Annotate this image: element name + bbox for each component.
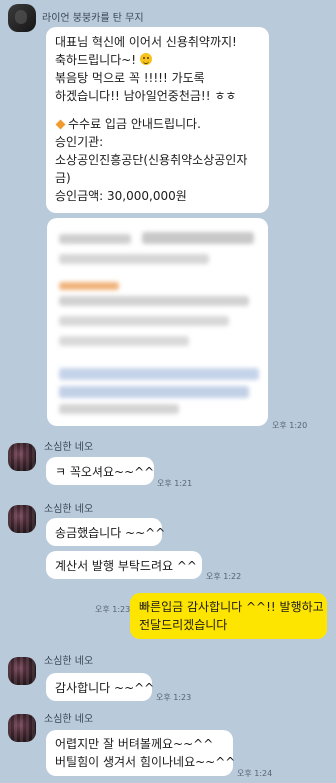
blurred-content xyxy=(59,296,249,306)
orange-diamond-icon xyxy=(55,119,66,129)
blurred-content xyxy=(59,404,179,414)
avatar[interactable] xyxy=(8,4,36,32)
blurred-content xyxy=(59,316,229,326)
avatar[interactable] xyxy=(8,443,36,471)
message-text: 감사합니다 ~~^^ xyxy=(55,681,155,695)
avatar[interactable] xyxy=(8,505,36,533)
sender-name: 소심한 네오 xyxy=(44,504,94,515)
message-time: 오후 1:21 xyxy=(157,479,193,488)
blurred-content xyxy=(59,254,209,264)
my-message-bubble: 빠른입금 감사합니다 ^^!! 발행하고 전달드리겠습니다 xyxy=(130,593,327,639)
message-line: 금) xyxy=(55,171,71,185)
avatar[interactable] xyxy=(8,714,36,742)
link-preview-card[interactable] xyxy=(47,218,268,426)
message-line: 대표님 혁신에 이어서 신용취약까지! xyxy=(55,35,237,49)
blurred-content xyxy=(59,234,131,244)
sender-name: 소심한 네오 xyxy=(44,656,94,667)
message-bubble: 계산서 발행 부탁드려요 ^^ xyxy=(46,551,202,579)
message-line: 어렵지만 잘 버텨볼께요~~^^ xyxy=(55,737,214,751)
message-line: 소상공인진흥공단(신용취약소상공인자 xyxy=(55,153,248,167)
sender-name: 소심한 네오 xyxy=(44,442,94,453)
sender-name: 소심한 네오 xyxy=(44,714,94,725)
message-bubble: ㅋ 꼭오셔요~~^^ xyxy=(46,457,154,485)
blurred-content xyxy=(59,386,249,398)
message-line: 축하드립니다~! xyxy=(55,51,260,69)
message-time: 오후 1:23 xyxy=(156,693,192,702)
message-line: 전달드리겠습니다 xyxy=(139,618,228,632)
smile-emoji-icon xyxy=(139,53,152,65)
blurred-content xyxy=(59,282,119,290)
message-bubble: 감사합니다 ~~^^ xyxy=(46,673,155,701)
message-line: 승인기관: xyxy=(55,135,104,149)
message-text: ㅋ 꼭오셔요~~^^ xyxy=(55,465,155,479)
blurred-content xyxy=(59,368,259,380)
message-text: 송금했습니다 ~~^^ xyxy=(55,526,166,540)
message-time: 오후 1:22 xyxy=(206,572,242,581)
message-time: 오후 1:24 xyxy=(237,769,273,778)
message-bubble: 어렵지만 잘 버텨볼께요~~^^ 버틸힘이 생겨서 힘이나네요~~^^ xyxy=(46,730,236,776)
message-time: 오후 1:20 xyxy=(272,421,308,430)
message-bubble: 송금했습니다 ~~^^ xyxy=(46,518,166,546)
avatar[interactable] xyxy=(8,657,36,685)
blurred-content xyxy=(142,232,254,244)
message-line: 승인금액: 30,000,000원 xyxy=(55,189,187,203)
message-line: 하겠습니다!! 남아일언중천금!! ㅎㅎ xyxy=(55,89,237,103)
message-time: 오후 1:23 xyxy=(95,605,131,614)
message-text: 계산서 발행 부탁드려요 ^^ xyxy=(55,559,197,573)
message-bubble: 대표님 혁신에 이어서 신용취약까지! 축하드립니다~! 볶음탕 먹으로 꼭 !… xyxy=(46,27,269,213)
message-line: 빠른입금 감사합니다 ^^!! 발행하고 xyxy=(139,600,324,614)
message-line: 볶음탕 먹으로 꼭 !!!!! 가도록 xyxy=(55,71,205,85)
blurred-content xyxy=(59,336,189,346)
message-line: 버틸힘이 생겨서 힘이나네요~~^^ xyxy=(55,755,236,769)
message-line xyxy=(55,105,260,115)
sender-name: 라이언 붕붕카를 탄 무지 xyxy=(42,13,144,24)
message-line: 수수료 입금 안내드립니다. xyxy=(55,115,260,133)
